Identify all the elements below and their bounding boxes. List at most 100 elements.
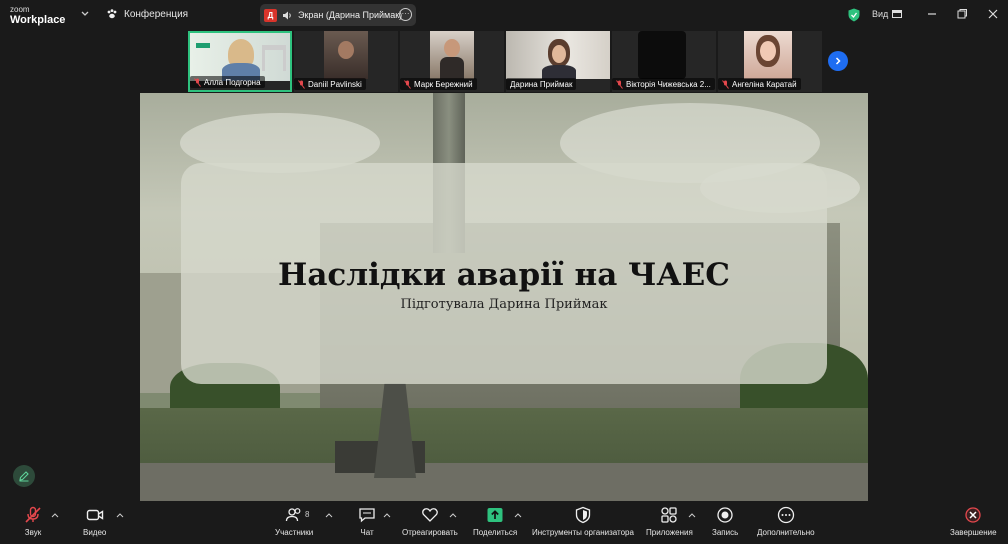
participant-video [506, 31, 610, 79]
chevron-down-icon[interactable] [80, 9, 90, 19]
slide-title: Наслідки аварії на ЧАЕС [278, 257, 730, 293]
participant-name-text: Вікторія Чижевська 2... [626, 79, 711, 89]
more-label: Дополнительно [757, 528, 815, 537]
shield-icon [575, 506, 591, 524]
participant-name-text: Марк Бережний [414, 79, 473, 89]
chat-bubble-icon [359, 508, 375, 523]
mic-muted-icon [616, 79, 623, 89]
chat-label: Чат [360, 528, 374, 537]
sharer-avatar-badge: Д [264, 8, 277, 22]
mic-muted-icon [298, 79, 305, 89]
share-label: Поделиться [473, 528, 518, 537]
end-x-icon [965, 507, 981, 523]
more-button[interactable]: Дополнительно [757, 506, 815, 537]
audio-button[interactable]: Звук [24, 506, 42, 537]
title-bar: zoom Workplace Конференция Д Экран (Дари… [0, 0, 1008, 30]
mic-muted-icon [404, 79, 411, 89]
view-label: Вид [872, 9, 889, 19]
participant-video [430, 31, 474, 79]
chevron-up-icon[interactable] [51, 512, 59, 518]
participant-tile[interactable]: Алла Подгорна [188, 31, 292, 92]
apps-label: Приложения [646, 528, 693, 537]
video-camera-icon [86, 509, 103, 521]
close-icon[interactable] [986, 7, 1000, 21]
chevron-up-icon[interactable] [116, 512, 124, 518]
record-icon [717, 507, 733, 523]
conference-menu[interactable]: Конференция [106, 8, 188, 20]
participants-label: Участники [275, 528, 314, 537]
more-dots-icon [777, 506, 794, 524]
chevron-right-icon [835, 57, 841, 65]
screen-share-label: Экран (Дарина Приймак) [298, 10, 403, 20]
participant-tile[interactable]: Ангеліна Каратай [718, 31, 822, 92]
participant-name: Daniil Pavlinski [294, 78, 366, 90]
host-tools-label: Инструменты организатора [532, 528, 634, 537]
share-button[interactable]: Поделиться [473, 506, 517, 537]
logo-line-2: Workplace [10, 14, 66, 26]
end-label: Завершение [950, 528, 997, 537]
participant-video [324, 31, 368, 79]
chat-button[interactable]: Чат [358, 506, 376, 537]
participant-name: Марк Бережний [400, 78, 477, 90]
apps-icon [661, 507, 678, 523]
chevron-up-icon[interactable] [449, 512, 457, 518]
annotate-button[interactable] [13, 465, 35, 487]
zoom-logo: zoom Workplace [10, 5, 66, 26]
mic-muted-icon [194, 77, 201, 87]
react-label: Отреагировать [402, 528, 458, 537]
participant-video [744, 31, 792, 79]
participants-count: 8 [305, 510, 310, 519]
pencil-icon [19, 471, 29, 482]
road-shape [140, 463, 868, 501]
conference-label: Конференция [124, 8, 189, 20]
shared-screen: Наслідки аварії на ЧАЕС Підготувала Дари… [140, 93, 868, 501]
host-tools-button[interactable]: Инструменты организатора [532, 506, 634, 537]
participant-name: Дарина Приймак [506, 78, 577, 90]
video-label: Видео [83, 528, 107, 537]
participants-strip: Алла Подгорна Daniil Pavlinski Марк Бере… [188, 31, 822, 92]
video-button[interactable]: Видео [83, 506, 106, 537]
audio-label: Звук [24, 528, 42, 537]
next-participants-button[interactable] [828, 51, 848, 71]
mic-muted-icon [25, 506, 41, 523]
paw-icon [107, 9, 117, 19]
participant-name-text: Дарина Приймак [510, 79, 573, 89]
meeting-toolbar: Звук Видео Участники 8 Чат Отреагировать… [0, 502, 1008, 544]
record-label: Запись [712, 528, 739, 537]
participant-tile[interactable]: Дарина Приймак [506, 31, 610, 92]
participant-tile[interactable]: Вікторія Чижевська 2... [612, 31, 716, 92]
chevron-up-icon[interactable] [514, 512, 522, 518]
apps-button[interactable]: Приложения [646, 506, 693, 537]
share-screen-icon [487, 508, 503, 522]
participant-name: Ангеліна Каратай [718, 78, 801, 90]
participant-name: Вікторія Чижевська 2... [612, 78, 715, 90]
participant-name: Алла Подгорна [190, 76, 265, 88]
participant-name-text: Ангеліна Каратай [732, 79, 797, 89]
participant-video [638, 31, 686, 79]
react-button[interactable]: Отреагировать [402, 506, 458, 537]
restore-icon[interactable] [955, 7, 969, 21]
screen-share-indicator[interactable]: Д Экран (Дарина Приймак) ··· [260, 4, 416, 26]
participant-name-text: Алла Подгорна [204, 77, 261, 87]
chevron-up-icon[interactable] [688, 512, 696, 518]
record-button[interactable]: Запись [712, 506, 738, 537]
mic-muted-icon [722, 79, 729, 89]
end-meeting-button[interactable]: Завершение [950, 506, 997, 537]
zoom-window: zoom Workplace Конференция Д Экран (Дари… [0, 0, 1008, 544]
view-menu[interactable]: Вид [872, 9, 903, 19]
participant-name-text: Daniil Pavlinski [308, 79, 362, 89]
more-options-icon[interactable]: ··· [399, 8, 412, 21]
participant-video [190, 33, 290, 81]
slide-subtitle: Підготувала Дарина Приймак [400, 297, 608, 312]
participant-tile[interactable]: Daniil Pavlinski [294, 31, 398, 92]
chevron-up-icon[interactable] [325, 512, 333, 518]
chevron-up-icon[interactable] [383, 512, 391, 518]
grid-icon [892, 10, 903, 18]
speaker-icon [283, 11, 291, 19]
minimize-icon[interactable] [925, 7, 939, 21]
title-panel: Наслідки аварії на ЧАЕС Підготувала Дари… [181, 163, 827, 384]
shield-check-icon[interactable] [848, 8, 860, 22]
participant-tile[interactable]: Марк Бережний [400, 31, 504, 92]
heart-icon [422, 508, 438, 522]
people-icon [285, 508, 301, 522]
